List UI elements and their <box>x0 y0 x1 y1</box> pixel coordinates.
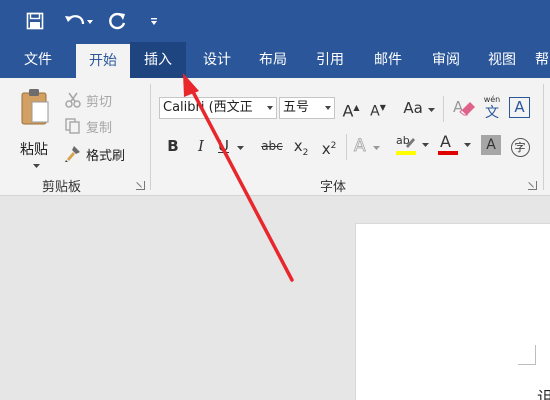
character-border-icon: A <box>514 98 525 116</box>
font-color-label: A <box>440 132 451 151</box>
tab-help[interactable]: 帮 <box>530 42 550 78</box>
cut-label: 剪切 <box>86 94 113 110</box>
chevron-down-icon <box>422 143 429 147</box>
undo-icon <box>65 15 93 25</box>
customize-qat-button[interactable] <box>145 0 163 42</box>
chevron-down-icon <box>373 146 381 150</box>
clipboard-paste-icon <box>21 89 49 125</box>
format-painter-label: 格式刷 <box>86 148 126 164</box>
tab-review[interactable]: 审阅 <box>418 42 474 78</box>
superscript-mark: 2 <box>330 141 337 151</box>
inner-divider <box>443 96 444 122</box>
tab-layout[interactable]: 布局 <box>246 42 300 78</box>
font-group-label: 字体 <box>320 180 347 195</box>
paintbrush-icon <box>65 146 80 162</box>
enclose-characters-icon: 字 <box>510 138 530 157</box>
page-margin-marker <box>518 345 536 365</box>
save-icon <box>26 12 44 30</box>
enclose-characters-button[interactable]: 字 <box>509 135 531 157</box>
chevron-down-icon <box>464 143 471 147</box>
font-color-swatch <box>438 151 458 155</box>
phonetic-guide-pinyin: wén <box>483 95 501 104</box>
change-case-label: Aa <box>403 99 423 117</box>
clipboard-group-label: 剪贴板 <box>42 180 82 195</box>
text-effects-button[interactable]: A <box>354 135 386 157</box>
change-case-button[interactable]: Aa <box>402 97 436 119</box>
highlighter-icon <box>406 138 415 148</box>
ribbon: 粘贴 剪切 复制 格式刷 剪贴板 Calibri (西文正 五号 A▲ A▼ A… <box>0 78 550 196</box>
scissors-icon <box>65 92 81 108</box>
undo-button[interactable] <box>60 0 96 42</box>
redo-button[interactable] <box>104 0 132 42</box>
save-button[interactable] <box>20 0 50 42</box>
copy-label: 复制 <box>86 120 113 136</box>
subscript-button[interactable]: x2 <box>290 135 312 158</box>
document-text: 诅 <box>537 388 550 400</box>
ribbon-tabs: 文件 开始 插入 设计 布局 引用 邮件 审阅 视图 帮 <box>0 42 550 78</box>
redo-icon <box>109 12 126 30</box>
underline-button[interactable]: U <box>218 135 250 157</box>
font-size-dropdown[interactable]: 五号 <box>279 97 335 119</box>
phonetic-guide-button[interactable]: wén 文 <box>481 95 503 121</box>
font-name-dropdown[interactable]: Calibri (西文正 <box>159 97 277 119</box>
chevron-down-icon <box>267 106 273 110</box>
font-size-value: 五号 <box>283 100 310 115</box>
chevron-down-icon <box>236 146 244 150</box>
underline-label: U <box>218 137 229 155</box>
character-border-button[interactable]: A <box>509 97 530 118</box>
quick-access-toolbar <box>0 0 550 42</box>
chevron-down-icon <box>427 108 435 112</box>
superscript-base: x <box>321 140 331 158</box>
subscript-base: x <box>293 137 303 155</box>
document-page[interactable] <box>355 223 550 400</box>
customize-qat-icon <box>151 18 157 25</box>
tab-view[interactable]: 视图 <box>474 42 530 78</box>
character-shading-button[interactable]: A <box>481 135 501 155</box>
highlight-button[interactable]: ab <box>394 133 432 155</box>
font-color-button[interactable]: A <box>436 132 474 155</box>
clipboard-launcher-icon[interactable] <box>136 181 145 190</box>
italic-button[interactable]: I <box>192 135 210 157</box>
bold-button[interactable]: B <box>164 135 182 157</box>
subscript-mark: 2 <box>302 148 309 158</box>
shrink-font-icon: A <box>370 103 380 120</box>
tab-file[interactable]: 文件 <box>0 42 76 78</box>
strikethrough-button[interactable]: abc <box>258 135 286 157</box>
tab-insert[interactable]: 插入 <box>130 42 186 78</box>
paste-button[interactable]: 粘贴 <box>10 86 60 168</box>
tab-mailings[interactable]: 邮件 <box>360 42 416 78</box>
clear-formatting-icon: A <box>453 98 475 116</box>
clear-formatting-button[interactable]: A <box>451 96 477 118</box>
grow-font-button[interactable]: A▲ <box>341 97 361 121</box>
chevron-down-icon <box>325 106 331 110</box>
copy-button[interactable]: 复制 <box>64 116 112 136</box>
tab-design[interactable]: 设计 <box>190 42 244 78</box>
text-effects-icon: A <box>354 136 367 157</box>
inner-divider <box>346 134 347 160</box>
tab-references[interactable]: 引用 <box>302 42 358 78</box>
shrink-font-button[interactable]: A▼ <box>368 97 388 120</box>
group-divider <box>543 84 544 190</box>
tab-home[interactable]: 开始 <box>76 44 130 78</box>
paste-label: 粘贴 <box>20 142 48 158</box>
chevron-down-icon <box>33 164 40 168</box>
grow-font-icon: A <box>342 101 354 121</box>
superscript-button[interactable]: x2 <box>318 135 340 158</box>
cut-button[interactable]: 剪切 <box>64 90 112 110</box>
copy-icon <box>65 118 80 134</box>
group-divider <box>150 84 151 190</box>
format-painter-button[interactable]: 格式刷 <box>64 144 125 164</box>
highlight-color-swatch <box>396 151 416 155</box>
font-launcher-icon[interactable] <box>528 181 537 190</box>
phonetic-guide-char: 文 <box>485 105 499 121</box>
font-name-value: Calibri (西文正 <box>163 100 253 115</box>
